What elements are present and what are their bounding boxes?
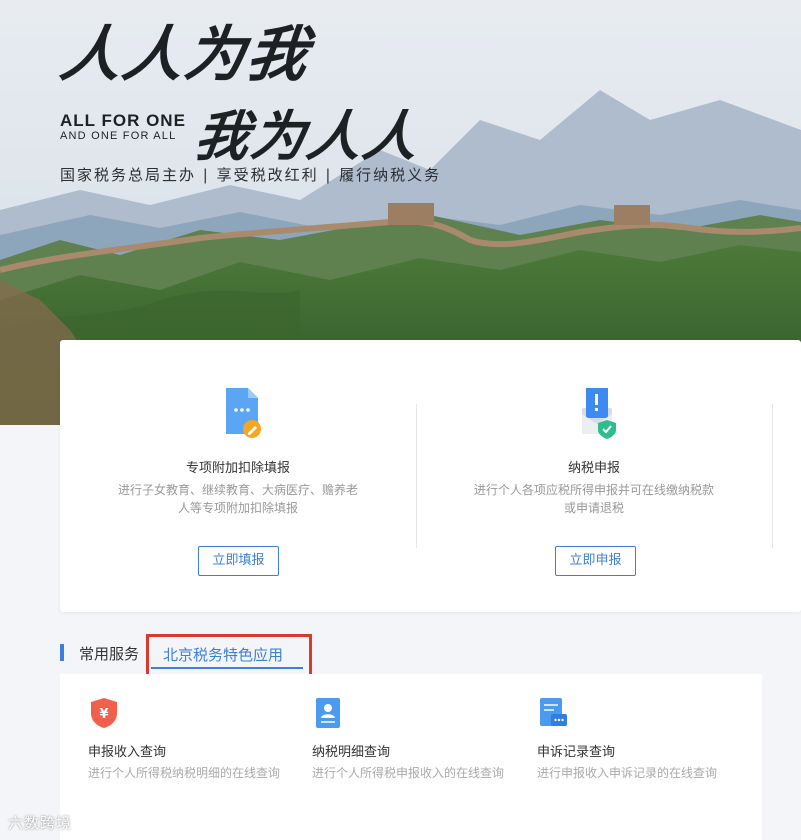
hero-tagline: 国家税务总局主办 | 享受税改红利 | 履行纳税义务	[60, 166, 442, 184]
watermark-text: 六数跨境	[8, 814, 73, 832]
tab-common-services[interactable]: 常用服务	[79, 643, 139, 664]
page: 人人为我 我为人人 ALL FOR ONE AND ONE FOR ALL 国家…	[0, 0, 801, 840]
document-edit-icon	[226, 388, 261, 438]
tab-beijing-label: 北京税务特色应用	[163, 646, 284, 664]
english-slogan-line-2: AND ONE FOR ALL	[60, 130, 177, 142]
services-panel: ¥ 申报收入查询 进行个人所得税纳税明细的在线查询 纳税明细查询 进行个人所得税…	[60, 674, 762, 840]
service-appeal-query[interactable]: 申诉记录查询 进行申报收入申诉记录的在线查询	[509, 674, 734, 794]
special-deduction-panel: 专项附加扣除填报 进行子女教育、继续教育、大病医疗、赡养老人等专项附加扣除填报 …	[60, 340, 416, 612]
service-income-query[interactable]: ¥ 申报收入查询 进行个人所得税纳税明细的在线查询	[60, 674, 285, 794]
service-desc: 进行个人所得税纳税明细的在线查询	[88, 766, 281, 780]
declare-now-button[interactable]: 立即申报	[555, 546, 636, 576]
tab-beijing-features[interactable]: 北京税务特色应用	[146, 634, 312, 678]
column-divider	[772, 404, 773, 548]
service-desc: 进行申报收入申诉记录的在线查询	[537, 766, 718, 780]
special-deduction-desc: 进行子女教育、继续教育、大病医疗、赡养老人等专项附加扣除填报	[117, 483, 358, 515]
service-title: 申报收入查询	[88, 745, 167, 760]
service-tax-detail-query[interactable]: 纳税明细查询 进行个人所得税申报收入的在线查询	[284, 674, 509, 794]
slogan-line-2: 我为人人	[190, 104, 424, 168]
tax-declaration-panel: 纳税申报 进行个人各项应税所得申报并可在线缴纳税款或申请退税 立即申报	[416, 340, 772, 612]
english-slogan-line-1: ALL FOR ONE	[60, 111, 186, 130]
person-document-icon	[316, 698, 340, 728]
service-title: 申诉记录查询	[537, 745, 616, 760]
action-card: 专项附加扣除填报 进行子女教育、继续教育、大病医疗、赡养老人等专项附加扣除填报 …	[60, 340, 801, 612]
svg-text:¥: ¥	[99, 707, 108, 722]
service-tabs: 常用服务 北京税务特色应用	[60, 634, 760, 678]
tab-accent-bar	[60, 644, 64, 661]
service-title: 纳税明细查询	[312, 745, 391, 760]
active-tab-underline	[151, 667, 303, 669]
tax-declaration-desc: 进行个人各项应税所得申报并可在线缴纳税款或申请退税	[473, 483, 714, 515]
special-deduction-title: 专项附加扣除填报	[185, 461, 290, 476]
tax-declaration-title: 纳税申报	[567, 461, 620, 476]
slogan-line-1: 人人为我	[56, 20, 315, 90]
service-desc: 进行个人所得税申报收入的在线查询	[312, 766, 505, 780]
yuan-shield-icon: ¥	[91, 698, 117, 728]
message-document-icon	[540, 698, 567, 726]
fill-now-button[interactable]: 立即填报	[198, 546, 279, 576]
tax-envelope-shield-icon	[582, 388, 616, 439]
